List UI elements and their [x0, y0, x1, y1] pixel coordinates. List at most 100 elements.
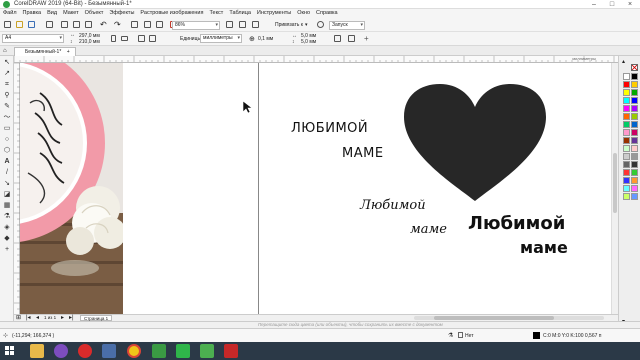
palette-swatch[interactable]: [623, 89, 630, 96]
palette-swatch[interactable]: [631, 137, 638, 144]
explorer-icon[interactable]: [30, 344, 44, 358]
vertical-scrollbar[interactable]: [611, 63, 618, 314]
eyedropper-tool-icon[interactable]: ⚗: [2, 212, 12, 221]
zoom-tool-icon[interactable]: ⚲: [2, 91, 12, 100]
freehand-tool-icon[interactable]: ✎: [2, 102, 12, 111]
palette-swatch[interactable]: [631, 185, 638, 192]
palette-swatch[interactable]: [623, 113, 630, 120]
snap-to-dropdown[interactable]: Привязать к: [275, 22, 303, 28]
print-button[interactable]: [45, 20, 54, 29]
menu-tools[interactable]: Инструменты: [254, 9, 294, 18]
new-document-button[interactable]: [3, 20, 12, 29]
redo-button[interactable]: ↷: [113, 20, 122, 29]
menu-table[interactable]: Таблица: [226, 9, 254, 18]
add-tool-icon[interactable]: +: [2, 245, 12, 254]
options-button[interactable]: [316, 20, 325, 29]
text-object-1-line-1[interactable]: ЛЮБИМОЙ: [291, 121, 368, 136]
connector-tool-icon[interactable]: ↘: [2, 179, 12, 188]
menu-edit[interactable]: Правка: [20, 9, 45, 18]
menu-text[interactable]: Текст: [206, 9, 226, 18]
palette-swatch[interactable]: [631, 145, 638, 152]
chrome-icon[interactable]: [127, 344, 141, 358]
landscape-button[interactable]: [120, 34, 129, 43]
palette-swatch[interactable]: [631, 89, 638, 96]
menu-effects[interactable]: Эффекты: [106, 9, 137, 18]
zoom-level-select[interactable]: 86% ▾: [172, 21, 220, 30]
artistic-media-tool-icon[interactable]: 〜: [2, 113, 12, 122]
menu-view[interactable]: Вид: [44, 9, 60, 18]
rulers-button[interactable]: [238, 20, 247, 29]
text-object-1-line-2[interactable]: МАМЕ: [342, 146, 384, 161]
palette-swatch[interactable]: [631, 105, 638, 112]
duplicate-y-field[interactable]: 5,0 мм: [301, 39, 316, 45]
import-button[interactable]: [143, 20, 152, 29]
menu-file[interactable]: Файл: [0, 9, 20, 18]
interactive-fill-tool-icon[interactable]: ◈: [2, 223, 12, 232]
menu-bitmaps[interactable]: Растровые изображения: [137, 9, 206, 18]
shape-tool-icon[interactable]: ↗: [2, 69, 12, 78]
export-button[interactable]: [155, 20, 164, 29]
palette-swatch[interactable]: [631, 121, 638, 128]
treat-as-filled-button[interactable]: [333, 34, 342, 43]
palette-swatch[interactable]: [631, 81, 638, 88]
photo-image[interactable]: [20, 63, 123, 314]
transparency-tool-icon[interactable]: ▦: [2, 201, 12, 210]
add-page-button[interactable]: ⊞: [16, 314, 21, 321]
text-object-2-line-2[interactable]: маме: [410, 222, 447, 237]
heart-shape[interactable]: [402, 83, 548, 205]
next-page-icon[interactable]: ▸: [61, 314, 64, 321]
palette-swatch[interactable]: [623, 73, 630, 80]
page-size-select[interactable]: A4 ▾: [2, 34, 64, 43]
tab-add-icon[interactable]: +: [67, 49, 70, 55]
palette-swatch[interactable]: [623, 161, 630, 168]
current-page-button[interactable]: [148, 34, 157, 43]
palette-swatch[interactable]: [623, 169, 630, 176]
viber-icon[interactable]: [54, 344, 68, 358]
all-pages-button[interactable]: [137, 34, 146, 43]
drawing-canvas[interactable]: ЛЮБИМОЙ МАМЕ Любимой маме Любимой маме: [20, 63, 618, 314]
copy-button[interactable]: [72, 20, 81, 29]
text-tool-icon[interactable]: A: [2, 157, 12, 166]
start-icon[interactable]: [3, 344, 17, 358]
media-icon[interactable]: [102, 344, 116, 358]
fit-to-page-button[interactable]: [347, 34, 356, 43]
text-object-2-line-1[interactable]: Любимой: [360, 198, 426, 213]
palette-swatch[interactable]: [631, 97, 638, 104]
palette-scroll-up-icon[interactable]: ▴: [622, 58, 625, 65]
rectangle-tool-icon[interactable]: ▭: [2, 124, 12, 133]
horizontal-scrollbar[interactable]: [414, 316, 604, 320]
palette-swatch[interactable]: [631, 129, 638, 136]
palette-swatch[interactable]: [623, 121, 630, 128]
palette-swatch[interactable]: [631, 73, 638, 80]
smart-fill-tool-icon[interactable]: ◆: [2, 234, 12, 243]
home-icon[interactable]: ⌂: [3, 48, 7, 54]
prev-page-icon[interactable]: ◂: [36, 314, 39, 321]
first-page-icon[interactable]: |◂: [26, 314, 31, 321]
cut-button[interactable]: [60, 20, 69, 29]
menu-window[interactable]: Окно: [294, 9, 313, 18]
crop-tool-icon[interactable]: ⌗: [2, 80, 12, 89]
maximize-button[interactable]: □: [603, 0, 621, 9]
palette-swatch[interactable]: [623, 177, 630, 184]
undo-button[interactable]: ↶: [99, 20, 108, 29]
launch-select[interactable]: Запуск ▾: [329, 21, 365, 30]
no-color-swatch[interactable]: [631, 64, 638, 71]
tab-document[interactable]: Безымянный-1* +: [14, 47, 76, 56]
corel-capture-icon[interactable]: [176, 344, 190, 358]
palette-swatch[interactable]: [623, 105, 630, 112]
search-content-button[interactable]: [130, 20, 139, 29]
opera-icon[interactable]: [78, 344, 92, 358]
drop-shadow-tool-icon[interactable]: ◪: [2, 190, 12, 199]
save-button[interactable]: [27, 20, 36, 29]
palette-swatch[interactable]: [631, 161, 638, 168]
add-icon[interactable]: +: [364, 34, 369, 43]
palette-swatch[interactable]: [631, 153, 638, 160]
pdf-icon[interactable]: [224, 344, 238, 358]
palette-swatch[interactable]: [623, 129, 630, 136]
palette-swatch[interactable]: [623, 145, 630, 152]
palette-swatch[interactable]: [623, 185, 630, 192]
coreldraw-icon[interactable]: [152, 344, 166, 358]
text-object-3-line-1[interactable]: Любимой: [468, 213, 565, 234]
last-page-icon[interactable]: ▸|: [69, 314, 74, 321]
palette-swatch[interactable]: [623, 81, 630, 88]
